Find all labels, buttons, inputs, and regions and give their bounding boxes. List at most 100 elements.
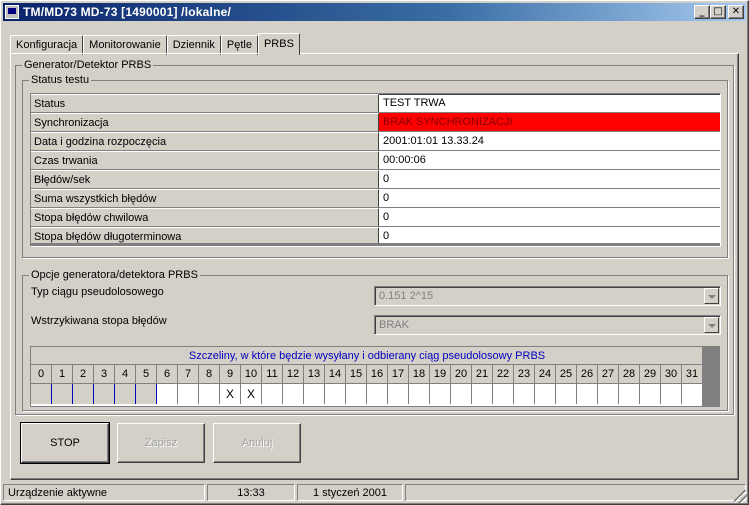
status-row-value: 0 bbox=[383, 230, 390, 242]
timeslot-number: 14 bbox=[325, 365, 346, 384]
timeslot-checkbox[interactable] bbox=[31, 384, 52, 404]
timeslot-checkbox[interactable] bbox=[661, 384, 682, 404]
timeslot-checkbox[interactable] bbox=[493, 384, 514, 404]
timeslot-grid: Szczeliny, w które będzie wysyłany i odb… bbox=[30, 346, 720, 407]
tab-konfiguracja[interactable]: Konfiguracja bbox=[10, 35, 84, 55]
status-row-value: 0 bbox=[383, 192, 390, 204]
instant-error-rate-row: Stopa błędów chwilowa 0 bbox=[31, 208, 720, 227]
timeslot-checkbox[interactable] bbox=[577, 384, 598, 404]
duration-row: Czas trwania 00:00:06 bbox=[31, 151, 720, 170]
stop-button[interactable]: STOP bbox=[20, 422, 110, 464]
timeslot-checkbox[interactable] bbox=[346, 384, 367, 404]
status-row-key: Synchronizacja bbox=[31, 113, 379, 131]
timeslot-number: 4 bbox=[115, 365, 136, 384]
chevron-down-icon[interactable] bbox=[704, 317, 719, 333]
timeslot-checkbox[interactable] bbox=[430, 384, 451, 404]
close-button[interactable]: ✕ bbox=[728, 5, 744, 19]
timeslot-numbers: 0 1 2 3 4 5 6 7 8 9 10 11 12 13 14 15 16 17 18 19 20 21 22 23 24… bbox=[31, 365, 703, 384]
timeslot-number: 8 bbox=[199, 365, 220, 384]
save-button[interactable]: Zapisz bbox=[117, 423, 205, 463]
sequence-type-label: Typ ciągu pseudolosowego bbox=[31, 286, 164, 298]
status-bar: Urządzenie aktywne 13:33 1 styczeń 2001 bbox=[3, 484, 746, 502]
timeslot-checkbox[interactable] bbox=[73, 384, 94, 404]
status-row-key: Błędów/sek bbox=[31, 170, 379, 188]
timeslot-number: 20 bbox=[451, 365, 472, 384]
tab-petle[interactable]: Pętle bbox=[220, 35, 258, 55]
status-row-value: 2001:01:01 13.33.24 bbox=[383, 135, 484, 147]
timeslot-checkbox[interactable] bbox=[598, 384, 619, 404]
timeslot-checkbox[interactable] bbox=[388, 384, 409, 404]
timeslot-number: 1 bbox=[52, 365, 73, 384]
timeslot-checkbox[interactable]: X bbox=[241, 384, 262, 404]
status-grid: Status TEST TRWA Synchronizacja BRAK SYN… bbox=[30, 93, 721, 247]
status-time: 13:33 bbox=[207, 484, 295, 501]
timeslot-checkbox[interactable] bbox=[682, 384, 703, 404]
timeslot-checkbox[interactable] bbox=[283, 384, 304, 404]
save-button-label: Zapisz bbox=[144, 437, 178, 449]
tab-monitorowanie[interactable]: Monitorowanie bbox=[83, 35, 167, 55]
timeslot-checkbox[interactable]: X bbox=[220, 384, 241, 404]
timeslot-checkbox[interactable] bbox=[52, 384, 73, 404]
timeslot-checkbox[interactable] bbox=[199, 384, 220, 404]
timeslot-number: 23 bbox=[514, 365, 535, 384]
timeslot-checkbox[interactable] bbox=[367, 384, 388, 404]
error-rate-value: BRAK bbox=[379, 319, 409, 331]
timeslot-checkbox[interactable] bbox=[640, 384, 661, 404]
cancel-button-label: Anuluj bbox=[241, 437, 273, 449]
timeslot-checkbox[interactable] bbox=[136, 384, 157, 404]
timeslot-checkbox[interactable] bbox=[514, 384, 535, 404]
sync-row: Synchronizacja BRAK SYNCHRONIZACJI bbox=[31, 113, 720, 132]
timeslot-number: 2 bbox=[73, 365, 94, 384]
title-bar[interactable]: TM/MD73 MD-73 [1490001] /lokalne/ _ □ ✕ bbox=[3, 3, 746, 21]
error-rate-select[interactable]: BRAK bbox=[374, 315, 721, 335]
start-time-row: Data i godzina rozpoczęcia 2001:01:01 13… bbox=[31, 132, 720, 151]
timeslot-number: 31 bbox=[682, 365, 703, 384]
device-status: Urządzenie aktywne bbox=[3, 484, 205, 501]
timeslot-checkbox[interactable] bbox=[115, 384, 136, 404]
timeslot-checkbox[interactable] bbox=[409, 384, 430, 404]
tab-dziennik[interactable]: Dziennik bbox=[166, 35, 221, 55]
timeslot-checkbox[interactable] bbox=[262, 384, 283, 404]
status-row-value: 0 bbox=[383, 173, 390, 185]
status-row-key: Data i godzina rozpoczęcia bbox=[31, 132, 379, 150]
sync-status-value: BRAK SYNCHRONIZACJI bbox=[379, 113, 720, 131]
status-group-label: Status testu bbox=[29, 74, 92, 86]
timeslot-cells: XX bbox=[31, 384, 703, 404]
errors-per-sec-row: Błędów/sek 0 bbox=[31, 170, 720, 189]
status-row-key: Stopa błędów długoterminowa bbox=[31, 227, 379, 243]
timeslot-grid-edge bbox=[702, 347, 719, 406]
timeslot-number: 12 bbox=[283, 365, 304, 384]
app-icon[interactable] bbox=[5, 5, 19, 19]
timeslot-checkbox[interactable] bbox=[325, 384, 346, 404]
main-window: TM/MD73 MD-73 [1490001] /lokalne/ _ □ ✕ … bbox=[0, 0, 749, 505]
sequence-type-value: 0.151 2^15 bbox=[379, 290, 434, 302]
resize-grip[interactable] bbox=[734, 490, 747, 503]
timeslot-checkbox[interactable] bbox=[556, 384, 577, 404]
minimize-button[interactable]: _ bbox=[694, 5, 710, 19]
timeslot-number: 28 bbox=[619, 365, 640, 384]
status-row-value: 00:00:06 bbox=[383, 154, 426, 166]
tab-prbs[interactable]: PRBS bbox=[257, 33, 300, 55]
status-row-value: TEST TRWA bbox=[383, 97, 446, 109]
status-row: Status TEST TRWA bbox=[31, 94, 720, 113]
timeslot-number: 13 bbox=[304, 365, 325, 384]
timeslot-checkbox[interactable] bbox=[178, 384, 199, 404]
maximize-button[interactable]: □ bbox=[710, 5, 726, 19]
status-row-key: Czas trwania bbox=[31, 151, 379, 169]
timeslot-checkbox[interactable] bbox=[451, 384, 472, 404]
total-errors-row: Suma wszystkich błędów 0 bbox=[31, 189, 720, 208]
timeslot-number: 15 bbox=[346, 365, 367, 384]
timeslot-checkbox[interactable] bbox=[304, 384, 325, 404]
sequence-type-select[interactable]: 0.151 2^15 bbox=[374, 286, 721, 306]
timeslot-number: 19 bbox=[430, 365, 451, 384]
timeslot-number: 27 bbox=[598, 365, 619, 384]
error-rate-label: Wstrzykiwana stopa błędów bbox=[31, 315, 167, 327]
timeslot-checkbox[interactable] bbox=[157, 384, 178, 404]
timeslot-checkbox[interactable] bbox=[619, 384, 640, 404]
timeslot-checkbox[interactable] bbox=[535, 384, 556, 404]
timeslot-checkbox[interactable] bbox=[472, 384, 493, 404]
timeslot-checkbox[interactable] bbox=[94, 384, 115, 404]
cancel-button[interactable]: Anuluj bbox=[213, 423, 301, 463]
timeslot-grid-title: Szczeliny, w które będzie wysyłany i odb… bbox=[31, 347, 703, 365]
chevron-down-icon[interactable] bbox=[704, 288, 719, 304]
